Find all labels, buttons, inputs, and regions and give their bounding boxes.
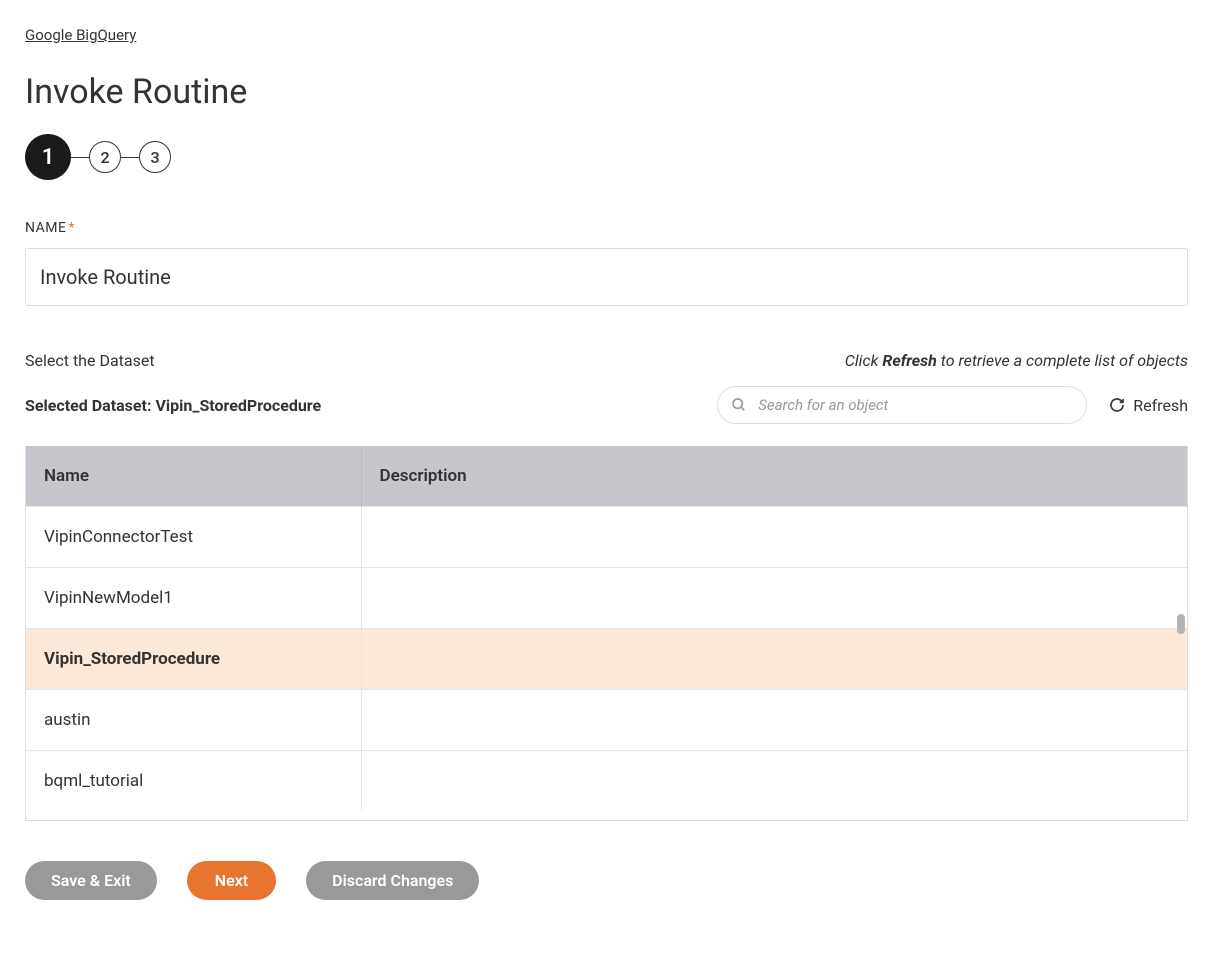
step-3[interactable]: 3	[139, 141, 171, 173]
table-row[interactable]: VipinNewModel1	[26, 568, 1187, 629]
scrollbar-track[interactable]	[1175, 506, 1185, 820]
page-title: Invoke Routine	[25, 72, 1188, 112]
table-row[interactable]: VipinConnectorTest	[26, 507, 1187, 568]
required-indicator: *	[68, 220, 75, 236]
dataset-table: Name Description VipinConnectorTestVipin…	[26, 446, 1187, 811]
table-cell-description	[361, 629, 1187, 690]
table-row[interactable]: Vipin_StoredProcedure	[26, 629, 1187, 690]
table-row[interactable]: austin	[26, 690, 1187, 751]
save-exit-button[interactable]: Save & Exit	[25, 861, 157, 900]
table-cell-description	[361, 507, 1187, 568]
step-2[interactable]: 2	[89, 141, 121, 173]
breadcrumb-link[interactable]: Google BigQuery	[25, 26, 136, 44]
stepper: 1 2 3	[25, 134, 1188, 180]
table-row[interactable]: bqml_tutorial	[26, 751, 1187, 812]
refresh-button[interactable]: Refresh	[1109, 396, 1188, 415]
table-cell-name: Vipin_StoredProcedure	[26, 629, 361, 690]
table-header-name[interactable]: Name	[26, 446, 361, 507]
search-input[interactable]	[717, 386, 1087, 424]
table-cell-name: austin	[26, 690, 361, 751]
table-cell-description	[361, 751, 1187, 812]
table-cell-name: VipinConnectorTest	[26, 507, 361, 568]
selected-dataset-label: Selected Dataset: Vipin_StoredProcedure	[25, 396, 321, 415]
table-cell-description	[361, 690, 1187, 751]
select-dataset-label: Select the Dataset	[25, 351, 155, 370]
table-cell-description	[361, 568, 1187, 629]
step-1[interactable]: 1	[25, 134, 71, 180]
table-header-description[interactable]: Description	[361, 446, 1187, 507]
scrollbar-thumb[interactable]	[1177, 614, 1185, 634]
table-cell-name: VipinNewModel1	[26, 568, 361, 629]
name-field-label: NAME*	[25, 220, 1188, 236]
next-button[interactable]: Next	[187, 861, 276, 900]
search-icon	[731, 397, 747, 413]
step-connector	[71, 157, 89, 158]
refresh-hint: Click Refresh to retrieve a complete lis…	[845, 351, 1188, 370]
name-input[interactable]	[25, 248, 1188, 306]
footer-actions: Save & Exit Next Discard Changes	[25, 861, 1188, 900]
dataset-table-container: Name Description VipinConnectorTestVipin…	[25, 446, 1188, 821]
table-cell-name: bqml_tutorial	[26, 751, 361, 812]
step-connector	[121, 157, 139, 158]
refresh-icon	[1109, 397, 1125, 413]
discard-button[interactable]: Discard Changes	[306, 861, 479, 900]
